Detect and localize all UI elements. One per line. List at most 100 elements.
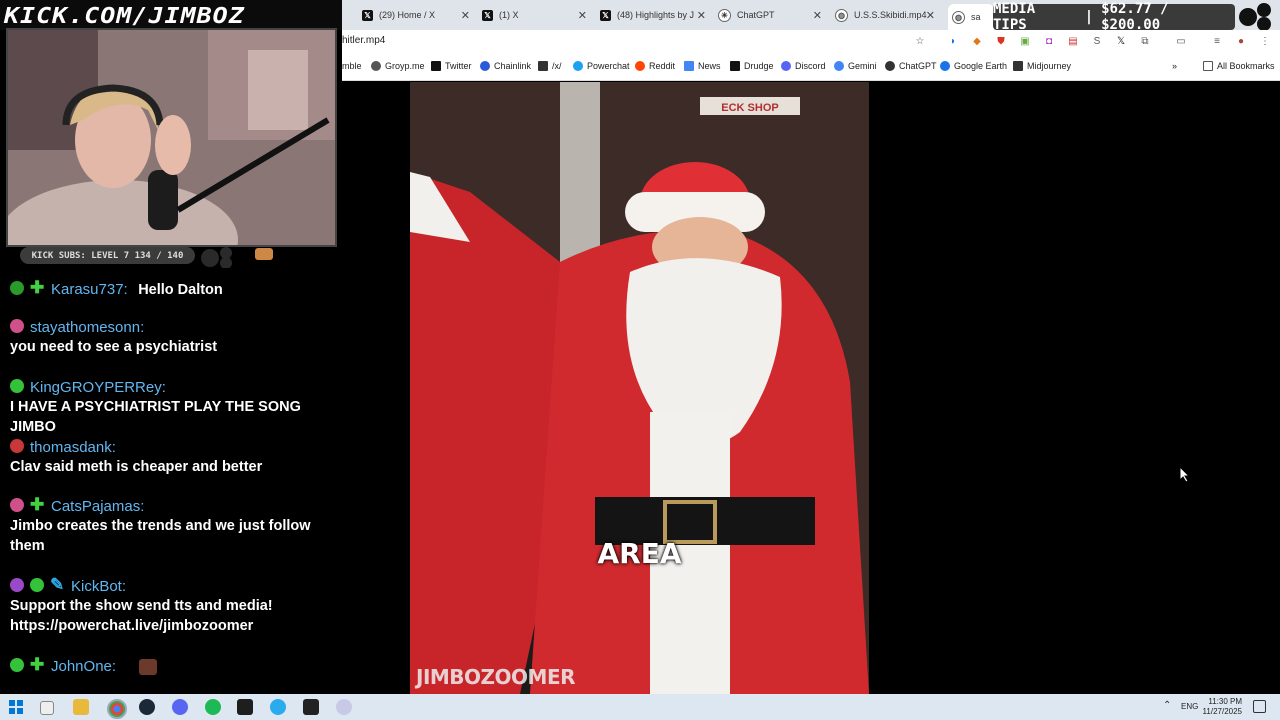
video-caption: AREA xyxy=(597,537,682,570)
bookmark-item[interactable]: mble xyxy=(342,61,362,71)
address-bar[interactable]: hitler.mp4 ☆ ◗ ◆ ⛊ ▣ ◘ ▤ S 𝕏 ⧉ ▭ ≡ ● ⋮ xyxy=(342,30,1280,55)
tab-skibidi[interactable]: ◍ U.S.S.Skibidi.mp4 ✕ xyxy=(835,4,935,26)
bookmark-item[interactable]: Google Earth xyxy=(940,61,1007,71)
bookmark-item[interactable]: Gemini xyxy=(834,61,877,71)
bookmark-item[interactable]: /x/ xyxy=(538,61,562,71)
badge-icon xyxy=(10,378,24,393)
app-icon[interactable] xyxy=(336,699,352,715)
chevron-right-icon[interactable]: » xyxy=(1172,61,1177,71)
tab-label: (1) X xyxy=(499,10,519,20)
tab-active[interactable]: ◍ sa xyxy=(948,4,994,30)
extension-icon[interactable]: ▤ xyxy=(1067,36,1079,48)
chat-message: thomasdank: Clav said meth is cheaper an… xyxy=(10,438,335,477)
media-control-icon[interactable]: ≡ xyxy=(1211,36,1223,48)
kick-logo-icon xyxy=(198,246,240,269)
puzzle-icon[interactable]: ⧉ xyxy=(1139,36,1151,48)
chat-text: Clav said meth is cheaper and better xyxy=(10,459,263,475)
clock-date: 11/27/2025 xyxy=(1202,707,1242,716)
chat-text: Hello Dalton xyxy=(138,282,223,298)
spotify-icon[interactable] xyxy=(205,699,221,715)
bookmark-item[interactable]: Midjourney xyxy=(1013,61,1071,71)
chat-username[interactable]: thomasdank: xyxy=(30,439,116,456)
badge-icon xyxy=(10,280,24,295)
chat-panel: ✚ Karasu737: Hello Dalton stayathomesonn:… xyxy=(0,268,342,694)
extension-icon[interactable]: ▣ xyxy=(1019,36,1031,48)
bookmarks-bar: mble Groyp.me Twitter Chainlink /x/ Powe… xyxy=(342,55,1280,81)
plus-badge-icon: ✚ xyxy=(30,655,45,675)
emote-icon xyxy=(138,658,157,675)
extension-icon[interactable]: S xyxy=(1091,36,1103,48)
badge-icon xyxy=(10,497,24,512)
notification-icon[interactable] xyxy=(1253,700,1266,713)
bookmark-item[interactable]: ChatGPT xyxy=(885,61,937,71)
file-explorer-icon[interactable] xyxy=(73,699,89,715)
star-icon[interactable]: ☆ xyxy=(914,36,926,48)
bookmark-item[interactable]: Powerchat xyxy=(573,61,630,71)
chat-message: ✎ KickBot: Support the show send tts and … xyxy=(10,576,335,636)
chat-username[interactable]: stayathomesonn: xyxy=(30,319,144,336)
close-icon[interactable]: ✕ xyxy=(461,9,470,22)
bookmark-item[interactable]: Discord xyxy=(781,61,826,71)
video-player[interactable]: ECK SHOP AREA JIMBOZOOMER xyxy=(410,82,869,694)
chat-text: Jimbo creates the trends and we just fol… xyxy=(10,518,311,554)
tab-home-x[interactable]: 𝕏 (29) Home / X ✕ xyxy=(362,4,470,26)
terminal-icon[interactable] xyxy=(237,699,253,715)
close-icon[interactable]: ✕ xyxy=(813,9,822,22)
tab-label: ChatGPT xyxy=(737,10,775,20)
app-icon[interactable] xyxy=(303,699,319,715)
plus-badge-icon: ✚ xyxy=(30,278,45,298)
chevron-up-icon[interactable]: ⌃ xyxy=(1163,700,1171,711)
bookmark-item[interactable]: News xyxy=(684,61,721,71)
windows-start-icon[interactable] xyxy=(8,699,24,715)
avatar-icon[interactable]: ● xyxy=(1235,36,1247,48)
clock-time: 11:30 PM xyxy=(1208,697,1242,706)
chat-text: I HAVE A PSYCHIATRIST PLAY THE SONG JIMB… xyxy=(10,399,301,435)
shield-icon[interactable]: ⛊ xyxy=(995,36,1007,48)
tab-highlights[interactable]: 𝕏 (48) Highlights by J ✕ xyxy=(600,4,706,26)
chatgpt-icon xyxy=(885,61,895,71)
bookmark-item[interactable]: Drudge xyxy=(730,61,774,71)
tab-label: sa xyxy=(971,12,981,22)
x-icon xyxy=(431,61,441,71)
discord-icon xyxy=(781,61,791,71)
menu-icon[interactable]: ⋮ xyxy=(1259,36,1271,48)
extension-icon[interactable]: ◗ xyxy=(947,36,959,48)
tab-chatgpt[interactable]: ✳ ChatGPT ✕ xyxy=(718,4,822,26)
close-icon[interactable]: ✕ xyxy=(697,9,706,22)
chat-username[interactable]: KingGROYPERRey: xyxy=(30,379,166,396)
chat-message: stayathomesonn: you need to see a psychi… xyxy=(10,318,335,357)
bookmark-item[interactable]: Twitter xyxy=(431,61,472,71)
chrome-icon[interactable] xyxy=(107,699,127,719)
badge-icon xyxy=(10,318,24,333)
close-icon[interactable]: ✕ xyxy=(926,9,935,22)
bookmark-item[interactable]: Reddit xyxy=(635,61,675,71)
chat-username[interactable]: JohnOne: xyxy=(51,658,116,675)
tab-x[interactable]: 𝕏 (1) X ✕ xyxy=(482,4,587,26)
clock[interactable]: 11:30 PM 11/27/2025 xyxy=(1202,697,1242,717)
folder-icon xyxy=(1203,61,1213,71)
tab-label: (48) Highlights by J xyxy=(617,10,695,20)
bookmark-item[interactable]: Chainlink xyxy=(480,61,531,71)
tab-label: (29) Home / X xyxy=(379,10,436,20)
cast-icon[interactable]: ▭ xyxy=(1175,36,1187,48)
clover-icon xyxy=(538,61,548,71)
task-view-icon[interactable] xyxy=(40,701,54,715)
google-earth-icon xyxy=(940,61,950,71)
chat-text: Support the show send tts and media! htt… xyxy=(10,598,273,634)
chat-username[interactable]: CatsPajamas: xyxy=(51,498,144,515)
telegram-icon[interactable] xyxy=(270,699,286,715)
chat-username[interactable]: Karasu737: xyxy=(51,281,128,298)
badge-icon xyxy=(10,577,24,592)
extension-icon[interactable]: ◘ xyxy=(1043,36,1055,48)
language-indicator[interactable]: ENG xyxy=(1181,702,1198,711)
all-bookmarks[interactable]: All Bookmarks xyxy=(1203,61,1275,71)
news-icon xyxy=(684,61,694,71)
steam-icon[interactable] xyxy=(139,699,155,715)
url-text[interactable]: hitler.mp4 xyxy=(342,35,385,46)
discord-icon[interactable] xyxy=(172,699,188,715)
x-icon[interactable]: 𝕏 xyxy=(1115,36,1127,48)
bookmark-item[interactable]: Groyp.me xyxy=(371,61,425,71)
close-icon[interactable]: ✕ xyxy=(578,9,587,22)
metamask-icon[interactable]: ◆ xyxy=(971,36,983,48)
chat-username[interactable]: KickBot: xyxy=(71,578,126,595)
